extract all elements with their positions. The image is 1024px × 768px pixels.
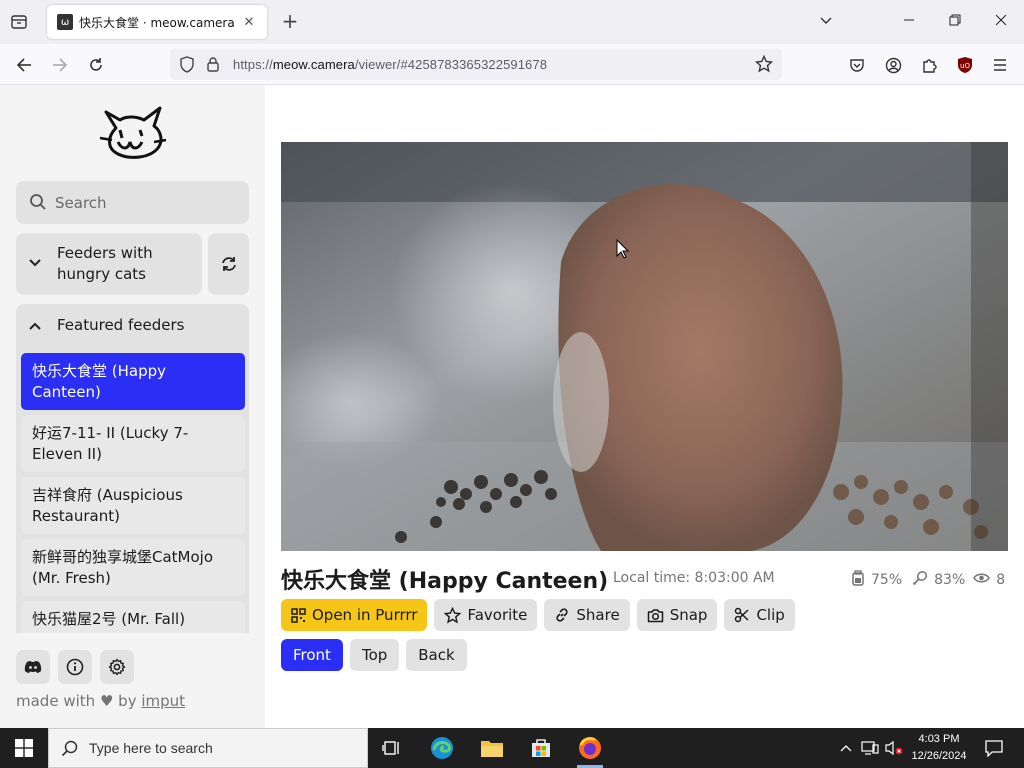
hungry-cats-filter-toggle[interactable]: Feeders with hungry cats (16, 233, 202, 295)
taskbar-search-input[interactable]: Type here to search (48, 728, 368, 768)
taskbar-clock[interactable]: 4:03 PM 12/26/2024 (906, 731, 972, 765)
tab-close-icon[interactable]: ✕ (241, 15, 257, 30)
open-in-purrrr-button[interactable]: Open in Purrrr (281, 599, 428, 631)
reload-icon[interactable] (84, 53, 108, 77)
task-view-icon[interactable] (378, 734, 406, 762)
minimize-icon[interactable] (899, 12, 919, 32)
settings-button[interactable] (100, 650, 134, 684)
battery-level-value: 83% (934, 572, 966, 588)
discord-icon (24, 661, 42, 673)
extensions-puzzle-icon[interactable] (917, 53, 941, 77)
snap-button[interactable]: Snap (636, 599, 718, 631)
back-arrow-icon[interactable] (12, 53, 36, 77)
battery-drumstick-icon (912, 570, 928, 590)
feeder-search-input[interactable]: Search (16, 181, 249, 224)
bookmark-star-icon[interactable] (754, 54, 774, 77)
edge-browser-icon[interactable] (428, 734, 456, 762)
view-front-button[interactable]: Front (281, 639, 343, 671)
info-icon (66, 658, 84, 676)
tab-list-icon[interactable] (8, 11, 30, 33)
local-time: Local time: 8:03:00 AM (613, 570, 775, 586)
svg-text:uO: uO (960, 62, 970, 70)
camera-title: 快乐大食堂 (Happy Canteen) (281, 569, 609, 594)
feeder-stats: 75% 83% 8 (851, 570, 1011, 590)
link-icon (554, 607, 570, 623)
feeder-item-happy-canteen[interactable]: 快乐大食堂 (Happy Canteen) (21, 353, 245, 410)
menu-hamburger-icon[interactable] (988, 53, 1012, 77)
hungry-cats-filter-label: Feeders with hungry cats (57, 244, 153, 283)
camera-icon (647, 608, 664, 623)
chevron-down-icon (28, 255, 42, 274)
feeder-item-auspicious-restaurant[interactable]: 吉祥食府 (Auspicious Restaurant) (21, 477, 245, 534)
close-window-icon[interactable] (991, 12, 1011, 32)
refresh-button[interactable] (208, 233, 249, 295)
forward-arrow-icon[interactable] (48, 53, 72, 77)
feeder-item-lucky-7-eleven-ii[interactable]: 好运7-11- II (Lucky 7- Eleven II) (21, 415, 245, 472)
tab-title: 快乐大食堂 · meow.camera (79, 15, 235, 30)
made-with-credit: made with ♥ by imput (16, 692, 186, 710)
meow-camera-cat-logo[interactable] (98, 100, 168, 162)
sidebar: Search Feeders with hungry cats Featured… (0, 85, 265, 728)
windows-taskbar: Type here to search 4:03 PM 12/26/2024 (0, 728, 1024, 768)
network-icon[interactable] (858, 734, 882, 762)
feeder-item-mr-fall[interactable]: 快乐猫屋2号 (Mr. Fall) (21, 601, 245, 633)
clock-date: 12/26/2024 (911, 750, 967, 762)
refresh-icon (221, 257, 236, 271)
microsoft-store-icon[interactable] (527, 734, 555, 762)
info-button[interactable] (58, 650, 92, 684)
tab-overflow-chevron-icon[interactable] (816, 12, 836, 32)
url-bar[interactable]: https://meow.camera/viewer/#425878336532… (170, 49, 782, 80)
browser-tab-active[interactable]: ω 快乐大食堂 · meow.camera ✕ (47, 5, 267, 39)
new-tab-icon[interactable]: + (280, 11, 300, 33)
taskbar-search-placeholder: Type here to search (89, 740, 213, 756)
gear-icon (108, 658, 126, 676)
main-content: 快乐大食堂 (Happy Canteen) Local time: 8:03:0… (265, 85, 1024, 728)
star-icon (444, 606, 462, 624)
speaker-muted-icon[interactable] (882, 734, 906, 762)
lock-icon[interactable] (206, 56, 220, 76)
notification-center-icon[interactable] (980, 734, 1008, 762)
qr-code-icon (291, 607, 306, 623)
camera-video-feed[interactable] (281, 142, 1008, 551)
food-level-value: 75% (871, 572, 903, 588)
search-placeholder: Search (55, 193, 107, 212)
feeder-item-mr-fresh[interactable]: 新鲜哥的独享城堡CatMojo (Mr. Fresh) (21, 539, 245, 596)
food-level-icon (851, 570, 865, 590)
clock-time: 4:03 PM (918, 733, 960, 745)
search-icon (29, 193, 47, 215)
heart-icon: ♥ (99, 692, 114, 710)
cat-favicon-icon: ω (57, 14, 73, 30)
eye-icon (973, 572, 991, 588)
shield-icon[interactable] (179, 56, 195, 77)
viewer-count: 8 (996, 572, 1006, 588)
camera-view-switcher: Front Top Back (281, 639, 474, 671)
ublock-origin-icon[interactable]: uO (953, 53, 977, 77)
view-top-button[interactable]: Top (349, 639, 400, 671)
share-button[interactable]: Share (544, 599, 630, 631)
tray-overflow-chevron-icon[interactable] (836, 734, 856, 762)
account-icon[interactable] (881, 53, 905, 77)
pocket-icon[interactable] (845, 53, 869, 77)
browser-navbar: https://meow.camera/viewer/#425878336532… (0, 44, 1024, 85)
scissors-icon (734, 607, 750, 623)
featured-feeders-label: Featured feeders (57, 316, 185, 334)
view-back-button[interactable]: Back (406, 639, 467, 671)
clip-button[interactable]: Clip (724, 599, 795, 631)
featured-feeders-list[interactable]: 快乐大食堂 (Happy Canteen) 好运7-11- II (Lucky … (16, 348, 249, 633)
camera-actions: Open in Purrrr Favorite Share Snap Clip (281, 599, 802, 631)
author-link[interactable]: imput (141, 692, 185, 710)
featured-feeders-toggle[interactable]: Featured feeders (16, 304, 249, 348)
search-icon (61, 740, 79, 762)
browser-tabstrip: ω 快乐大食堂 · meow.camera ✕ + (0, 0, 1024, 44)
restore-icon[interactable] (945, 12, 965, 32)
discord-button[interactable] (16, 650, 50, 684)
url-text: https://meow.camera/viewer/#425878336532… (233, 57, 548, 72)
file-explorer-icon[interactable] (478, 734, 506, 762)
favorite-button[interactable]: Favorite (434, 599, 538, 631)
firefox-icon[interactable] (576, 734, 604, 762)
windows-start-icon[interactable] (10, 734, 38, 762)
chevron-up-icon (28, 318, 42, 337)
